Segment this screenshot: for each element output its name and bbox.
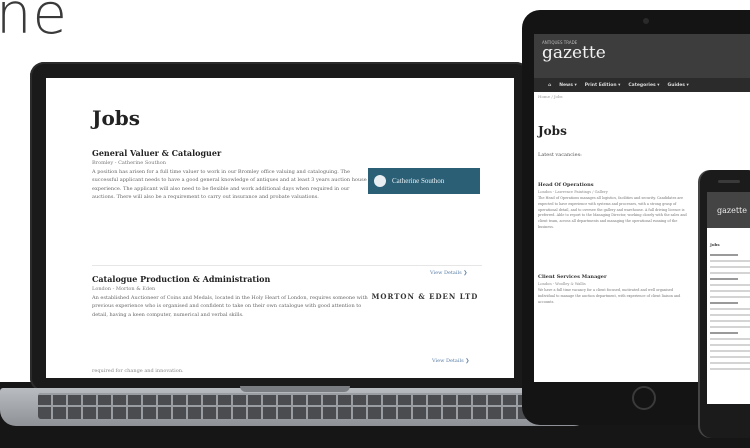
job-list-preview <box>710 254 750 374</box>
laptop-screen: Jobs General Valuer & Cataloguer Bromley… <box>46 78 514 378</box>
job-listing: Catalogue Production & Administration Lo… <box>92 274 368 319</box>
page-title: Jobs <box>92 106 141 130</box>
job-description-fragment: required for change and innovation. <box>92 368 184 374</box>
laptop-hinge <box>240 386 350 392</box>
page-title: Jobs <box>538 124 567 138</box>
job-title-link[interactable]: Client Services Manager <box>538 274 688 280</box>
nav-item-news[interactable]: News ▾ <box>559 83 576 88</box>
nav-item-categories[interactable]: Categories ▾ <box>628 83 659 88</box>
site-header: gazette <box>707 192 750 228</box>
job-listing: Head Of Operations London - Lawrence Pai… <box>538 182 688 231</box>
breadcrumb[interactable]: Home / Jobs <box>538 94 563 99</box>
job-description: A position has arisen for a full time va… <box>92 169 367 201</box>
view-details-link[interactable]: View Details ❯ <box>430 270 467 276</box>
phone-screen: gazette Jobs <box>707 192 750 404</box>
home-icon[interactable]: ⌂ <box>548 83 551 88</box>
job-title-link[interactable]: Catalogue Production & Administration <box>92 274 368 284</box>
employer-logo[interactable]: Catherine Southon <box>368 168 480 194</box>
section-heading: Latest vacancies: <box>538 152 582 158</box>
speaker-icon <box>718 180 740 183</box>
employer-logo-text: Catherine Southon <box>392 177 445 185</box>
main-nav: ⌂ News ▾ Print Edition ▾ Categories ▾ Gu… <box>534 78 750 92</box>
headline-fragment: ne <box>0 0 68 47</box>
site-logo[interactable]: gazette <box>542 43 606 63</box>
divider <box>92 265 482 266</box>
job-title-link[interactable]: Head Of Operations <box>538 182 688 188</box>
laptop-keyboard <box>38 393 546 419</box>
employer-logo[interactable]: MORTON & EDEN LTD <box>368 292 482 301</box>
site-logo[interactable]: gazette <box>717 206 747 215</box>
logo-mark-icon <box>374 175 386 187</box>
view-details-link[interactable]: View Details ❯ <box>432 358 469 364</box>
job-title-link[interactable]: General Valuer & Cataloguer <box>92 148 368 158</box>
job-location: London - Woolley & Wallis <box>538 282 586 286</box>
camera-icon <box>643 18 649 24</box>
page-title: Jobs <box>710 242 720 247</box>
job-listing: General Valuer & Cataloguer Bromley - Ca… <box>92 148 368 202</box>
job-description: We have a full time vacancy for a client… <box>538 288 681 304</box>
job-location: London - Morton & Eden <box>92 286 156 292</box>
nav-item-print-edition[interactable]: Print Edition ▾ <box>585 83 621 88</box>
job-listing: Client Services Manager London - Woolley… <box>538 274 688 305</box>
job-location: Bromley - Catherine Southon <box>92 160 166 166</box>
job-description: The Head of Operations manages all logis… <box>538 196 687 229</box>
job-description: An established Auctioneer of Coins and M… <box>92 295 368 318</box>
nav-item-guides[interactable]: Guides ▾ <box>668 83 689 88</box>
job-location: London - Lawrence Paintings / Gallery <box>538 190 608 194</box>
site-header: ANTIQUES TRADE gazette <box>534 34 750 78</box>
home-button[interactable] <box>632 386 656 410</box>
